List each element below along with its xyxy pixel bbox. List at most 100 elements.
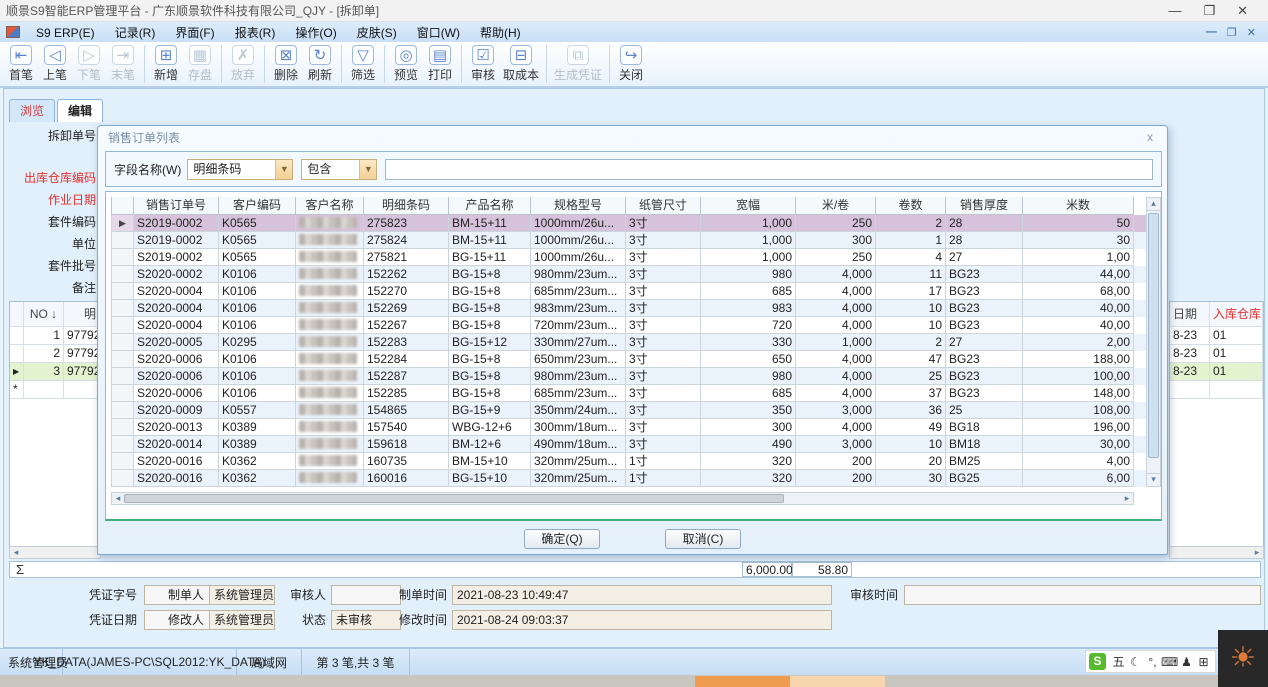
table-row[interactable]: S2020-0004K0106152269BG-15+8983mm/23um..…	[111, 300, 1149, 317]
sum-total-weight: 58.80	[792, 562, 852, 577]
minimize-icon[interactable]: —	[1168, 3, 1181, 19]
menu-item-0[interactable]: S9 ERP(E)	[26, 24, 105, 42]
table-row[interactable]: S2019-0002K0565275821BG-15+111000mm/26u.…	[111, 249, 1149, 266]
mdi-close-icon[interactable]: ✕	[1247, 26, 1256, 39]
right-grid-row[interactable]: 8-2301	[1170, 345, 1263, 363]
scroll-down-icon[interactable]: ▾	[1147, 473, 1160, 486]
toolbar-separator	[264, 45, 265, 83]
vscroll-thumb[interactable]	[1148, 213, 1159, 458]
get-cost-button[interactable]: ⊟取成本	[500, 43, 542, 85]
grid-icon[interactable]: ⊞	[1195, 655, 1212, 669]
menu-item-7[interactable]: 帮助(H)	[470, 24, 531, 42]
hscroll-thumb[interactable]	[124, 494, 784, 503]
add-button[interactable]: ⊞新增	[149, 43, 183, 85]
table-row[interactable]: S2020-0013K0389157540WBG-12+6300mm/18um.…	[111, 419, 1149, 436]
right-grid-row[interactable]: 8-2301	[1170, 363, 1263, 381]
delete-button[interactable]: ⊠删除	[269, 43, 303, 85]
table-row[interactable]: S2020-0005K0295152283BG-15+12330mm/27um.…	[111, 334, 1149, 351]
table-row[interactable]: S2020-0014K0389159618BM-12+6490mm/18um..…	[111, 436, 1149, 453]
filter-operator-select[interactable]: 包含 ▼	[301, 159, 377, 180]
left-grid-row[interactable]: ▶397792	[10, 363, 100, 381]
taskbar-app[interactable]	[790, 676, 885, 687]
menu-item-5[interactable]: 皮肤(S)	[347, 24, 407, 42]
person-icon[interactable]: ♟	[1178, 655, 1195, 669]
grid-hscrollbar[interactable]: ◂ ▸	[111, 492, 1134, 505]
right-grid-row[interactable]: 8-2301	[1170, 327, 1263, 345]
col-header-product_name[interactable]: 产品名称	[449, 197, 531, 215]
col-header-customer_code[interactable]: 客户编码	[219, 197, 296, 215]
table-row[interactable]: S2020-0006K0106152284BG-15+8650mm/23um..…	[111, 351, 1149, 368]
col-header-tube_size[interactable]: 纸管尺寸	[626, 197, 701, 215]
preview-button[interactable]: ◎预览	[389, 43, 423, 85]
tab-browse[interactable]: 浏览	[9, 99, 55, 122]
cancel-button[interactable]: 取消(C)	[665, 529, 741, 549]
left-grid-row[interactable]: 297792	[10, 345, 100, 363]
cell-spec_model: 300mm/18um...	[531, 419, 626, 436]
chevron-down-icon[interactable]: ▼	[275, 160, 292, 179]
restore-icon[interactable]: ❐	[1203, 3, 1215, 19]
table-row[interactable]: S2020-0006K0106152285BG-15+8685mm/23um..…	[111, 385, 1149, 402]
row-indicator	[10, 345, 24, 362]
main-hscrollbar-left[interactable]: ◂	[9, 546, 101, 559]
dialog-close-icon[interactable]: x	[1143, 130, 1157, 144]
table-row[interactable]: S2020-0004K0106152267BG-15+8720mm/23um..…	[111, 317, 1149, 334]
table-row[interactable]: ▶S2019-0002K0565275823BM-15+111000mm/26u…	[111, 215, 1149, 232]
col-header-sale_thickness[interactable]: 销售厚度	[946, 197, 1023, 215]
left-grid-row[interactable]: 197792	[10, 327, 100, 345]
cell-order_no: S2019-0002	[134, 249, 219, 266]
keyboard-icon[interactable]: ⌨	[1161, 655, 1178, 669]
grid-header-row: 销售订单号客户编码客户名称明细条码产品名称规格型号纸管尺寸宽幅米/卷卷数销售厚度…	[111, 197, 1149, 215]
scroll-left-icon[interactable]: ◂	[10, 547, 22, 558]
col-header-width[interactable]: 宽幅	[701, 197, 796, 215]
status-segment-3: 第 3 笔,共 3 笔	[302, 649, 410, 675]
menu-item-4[interactable]: 操作(O)	[285, 24, 346, 42]
table-row[interactable]: S2020-0016K0362160016BG-15+10320mm/25um.…	[111, 470, 1149, 487]
scroll-up-icon[interactable]: ▴	[1147, 198, 1160, 211]
cell-customer_name	[296, 470, 364, 487]
col-header-meters[interactable]: 米数	[1023, 197, 1134, 215]
audit-button[interactable]: ☑审核	[466, 43, 500, 85]
col-header-rolls[interactable]: 卷数	[876, 197, 946, 215]
close-doc-button[interactable]: ↪关闭	[614, 43, 648, 85]
table-row[interactable]: S2020-0004K0106152270BG-15+8685mm/23um..…	[111, 283, 1149, 300]
scroll-left-icon[interactable]: ◂	[112, 493, 124, 504]
col-header-detail_barcode[interactable]: 明细条码	[364, 197, 449, 215]
col-header-customer_name[interactable]: 客户名称	[296, 197, 364, 215]
mdi-restore-icon[interactable]: ❐	[1227, 26, 1237, 39]
table-row[interactable]: S2020-0016K0362160735BM-15+10320mm/25um.…	[111, 453, 1149, 470]
filter-field-select[interactable]: 明细条码 ▼	[187, 159, 293, 180]
mdi-minimize-icon[interactable]: —	[1206, 26, 1217, 39]
screen-recorder-overlay[interactable]: ☀ ▶	[1218, 630, 1268, 687]
main-hscrollbar-right[interactable]: ▸	[1169, 546, 1264, 559]
scroll-right-icon[interactable]: ▸	[1251, 547, 1263, 558]
table-row[interactable]: S2019-0002K0565275824BM-15+111000mm/26u.…	[111, 232, 1149, 249]
sogou-logo-icon[interactable]: S	[1089, 653, 1106, 670]
col-header-order_no[interactable]: 销售订单号	[134, 197, 219, 215]
col-header-meters_per_roll[interactable]: 米/卷	[796, 197, 876, 215]
menu-item-2[interactable]: 界面(F)	[165, 24, 224, 42]
menu-item-6[interactable]: 窗口(W)	[407, 24, 470, 42]
table-row[interactable]: S2020-0006K0106152287BG-15+8980mm/23um..…	[111, 368, 1149, 385]
refresh-button[interactable]: ↻刷新	[303, 43, 337, 85]
table-row[interactable]: S2020-0002K0106152262BG-15+8980mm/23um..…	[111, 266, 1149, 283]
prev-record-button[interactable]: ◁上笔	[38, 43, 72, 85]
taskbar-active-app[interactable]	[695, 676, 790, 687]
menu-item-3[interactable]: 报表(R)	[225, 24, 286, 42]
print-button[interactable]: ▤打印	[423, 43, 457, 85]
menu-item-1[interactable]: 记录(R)	[105, 24, 166, 42]
chinese-mode-icon[interactable]: 五	[1110, 653, 1127, 670]
scroll-right-icon[interactable]: ▸	[1121, 493, 1133, 504]
left-grid-new-row[interactable]: *	[10, 381, 100, 399]
close-icon[interactable]: ✕	[1237, 3, 1248, 19]
tab-edit[interactable]: 编辑	[57, 99, 103, 122]
ok-button[interactable]: 确定(Q)	[524, 529, 600, 549]
chevron-down-icon[interactable]: ▼	[359, 160, 376, 179]
punctuation-icon[interactable]: °,	[1144, 655, 1161, 669]
first-record-button[interactable]: ⇤首笔	[4, 43, 38, 85]
moon-icon[interactable]: ☾	[1127, 655, 1144, 669]
col-header-spec_model[interactable]: 规格型号	[531, 197, 626, 215]
filter-query-input[interactable]	[385, 159, 1153, 180]
grid-vscrollbar[interactable]: ▴ ▾	[1146, 197, 1161, 487]
table-row[interactable]: S2020-0009K0557154865BG-15+9350mm/24um..…	[111, 402, 1149, 419]
filter-button[interactable]: ▽筛选	[346, 43, 380, 85]
